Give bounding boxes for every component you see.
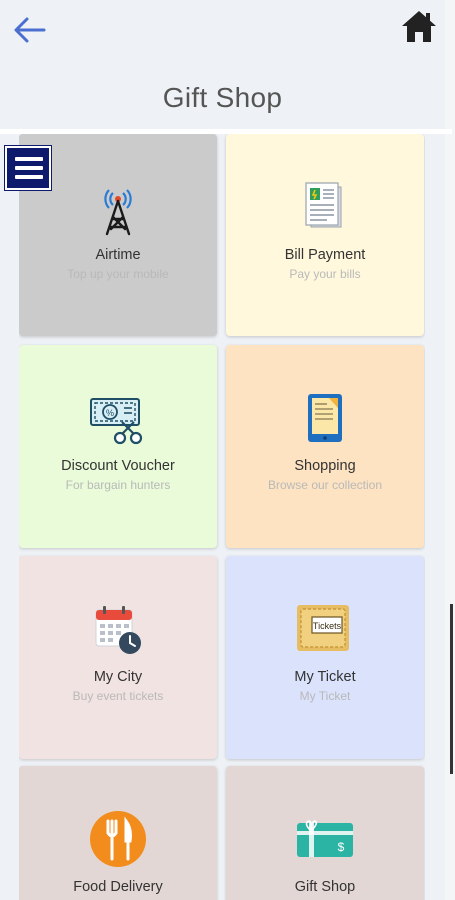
page-title: Gift Shop [162, 82, 283, 113]
tile-title: Food Delivery [73, 879, 163, 895]
ticket-label: Tickets [313, 621, 342, 631]
voucher-scissors-icon: % [90, 398, 143, 445]
hamburger-icon [15, 157, 43, 161]
tile-title: Discount Voucher [61, 458, 175, 474]
hamburger-icon [15, 175, 43, 179]
tablet-shopping-icon [308, 394, 342, 442]
tile-title: Shopping [294, 458, 356, 474]
tile-title: Airtime [95, 247, 141, 263]
tile-title: My Ticket [294, 669, 356, 685]
tile-subtitle: Browse our collection [267, 478, 383, 492]
tile-my-ticket[interactable]: Tickets My Ticket My Ticket [226, 556, 424, 759]
tile-subtitle: My Ticket [299, 689, 351, 703]
tile-food-delivery[interactable]: Food Delivery [19, 766, 217, 900]
bill-document-icon [305, 182, 342, 228]
antenna-tower-icon [104, 189, 132, 236]
service-grid: Airtime Top up your mobile Bill Payment … [19, 134, 425, 900]
tile-subtitle: Pay your bills [289, 267, 361, 281]
tile-title: Bill Payment [284, 247, 366, 263]
ticket-icon: Tickets [297, 605, 349, 651]
back-button[interactable] [12, 14, 48, 46]
hamburger-icon [15, 166, 43, 170]
tile-my-city[interactable]: My City Buy event tickets [19, 556, 217, 759]
scrollbar-thumb[interactable] [450, 604, 453, 774]
svg-text:$: $ [338, 840, 345, 854]
tile-subtitle: Buy event tickets [72, 689, 164, 703]
tile-subtitle: Top up your mobile [67, 267, 169, 281]
svg-text:%: % [106, 408, 114, 418]
arrow-left-icon [14, 17, 46, 43]
calendar-clock-icon [95, 606, 141, 654]
app-header: Gift Shop [0, 0, 445, 130]
tile-gift-shop[interactable]: $ Gift Shop [226, 766, 424, 900]
menu-button[interactable] [4, 145, 52, 191]
fork-knife-icon [90, 811, 146, 867]
tile-title: Gift Shop [294, 879, 356, 895]
tile-bill-payment[interactable]: Bill Payment Pay your bills [226, 134, 424, 336]
gift-card-icon: $ [297, 820, 353, 857]
home-icon [402, 11, 436, 42]
tile-title: My City [93, 669, 143, 685]
home-button[interactable] [400, 8, 438, 44]
tile-shopping[interactable]: Shopping Browse our collection [226, 345, 424, 548]
tile-subtitle: For bargain hunters [65, 478, 171, 492]
tile-discount-voucher[interactable]: % Discount Voucher For bargain hunters [19, 345, 217, 548]
